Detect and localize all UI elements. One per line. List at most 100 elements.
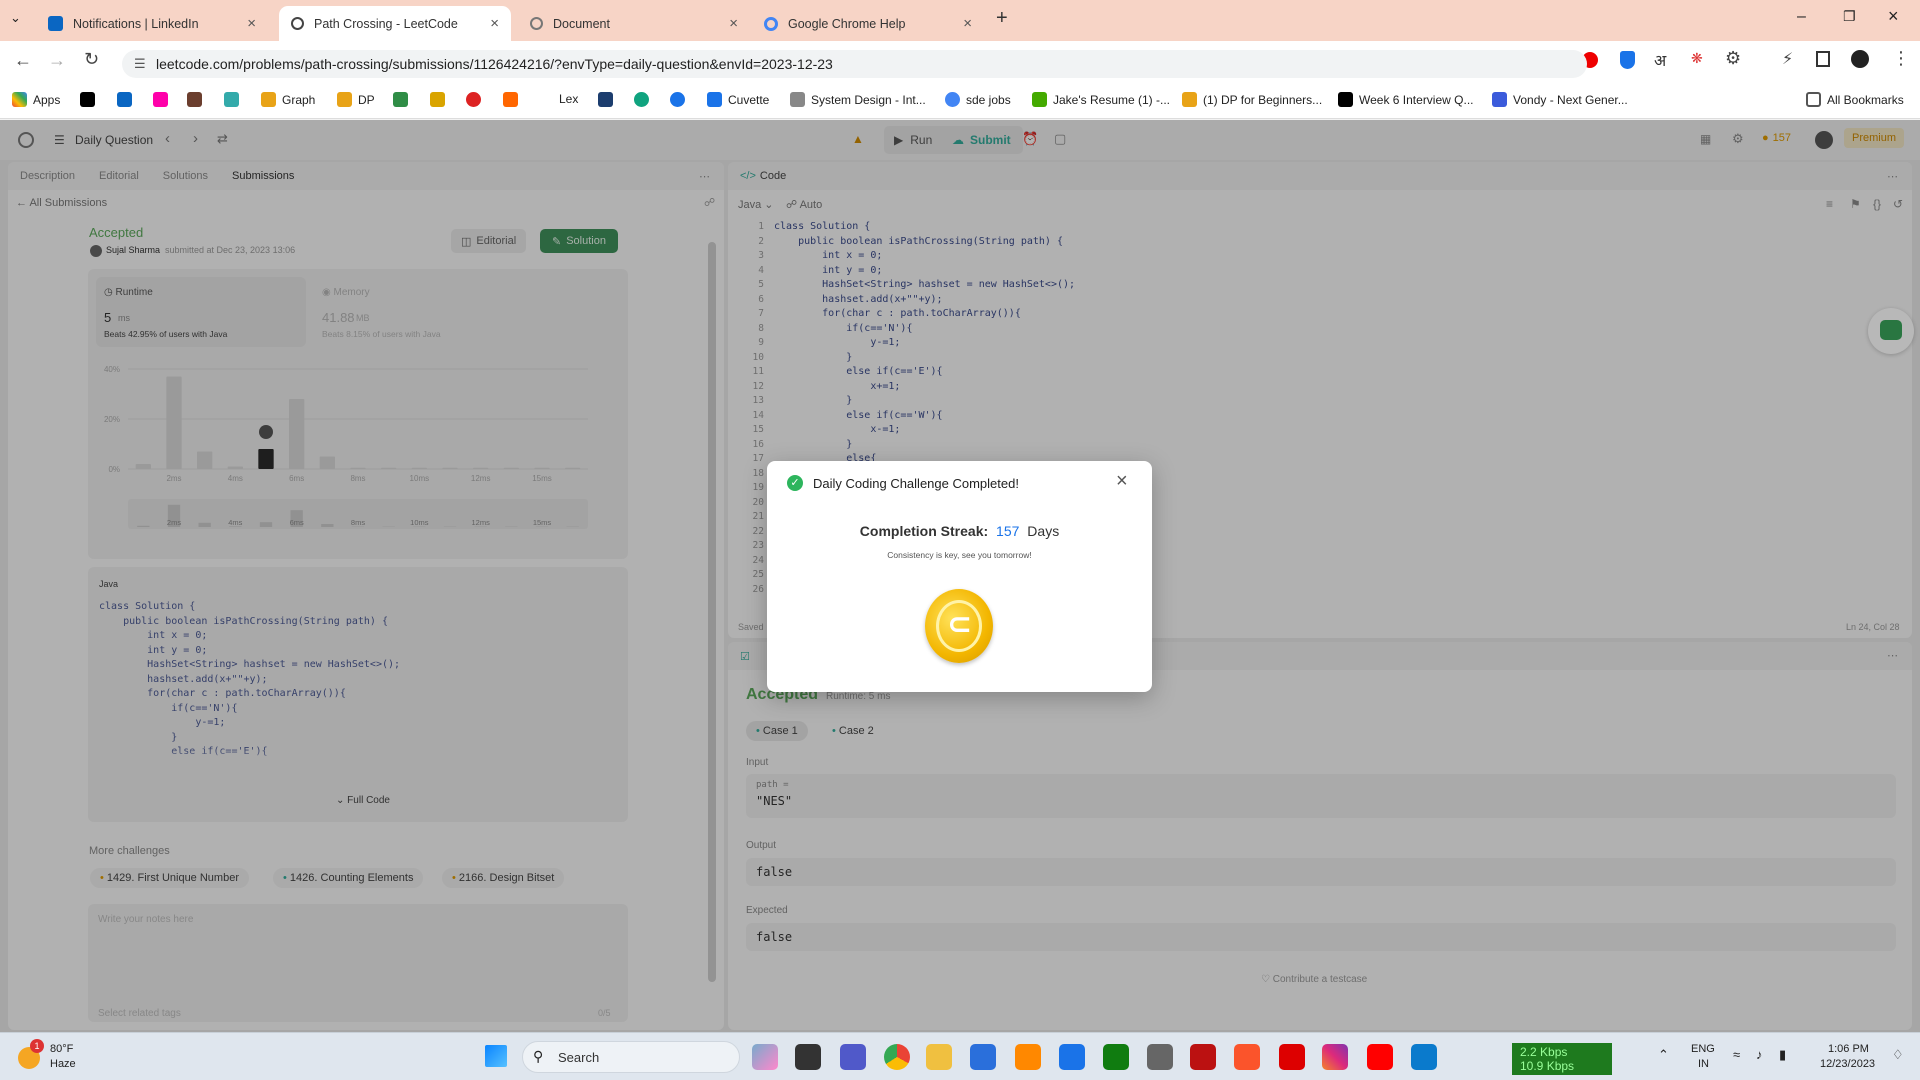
wifi-icon[interactable]: ≈ <box>1733 1047 1740 1062</box>
minimize-icon[interactable]: – <box>1797 8 1806 26</box>
vscode-icon[interactable] <box>1411 1044 1437 1070</box>
site-info-icon[interactable]: ☰ <box>134 56 146 72</box>
acrobat-icon[interactable] <box>1279 1044 1305 1070</box>
bookmark-label: DP <box>358 92 375 107</box>
close-window-icon[interactable]: × <box>1888 6 1899 27</box>
address-bar[interactable]: ☰ leetcode.com/problems/path-crossing/su… <box>122 50 1587 78</box>
bookmark-openai[interactable] <box>634 92 655 107</box>
leetcode-logo-icon: ⊂ <box>947 608 973 641</box>
bookmark-linkedin[interactable] <box>117 92 138 107</box>
browser-tab-strip: ⌄ Notifications | LinkedIn × Path Crossi… <box>0 0 1920 41</box>
xbox-icon[interactable] <box>1103 1044 1129 1070</box>
extension-icon[interactable]: ❋ <box>1691 50 1703 67</box>
bookmark-week6[interactable]: Week 6 Interview Q... <box>1338 92 1474 107</box>
restore-icon[interactable]: ❐ <box>1843 8 1856 25</box>
hindi-extension-icon[interactable]: अ <box>1654 49 1666 71</box>
bookmark-dp[interactable]: DP <box>337 92 375 107</box>
notification-badge: 1 <box>30 1039 44 1053</box>
mail-icon[interactable] <box>1059 1044 1085 1070</box>
instagram-icon[interactable] <box>1322 1044 1348 1070</box>
streak-line: Completion Streak: 157 Days <box>767 523 1152 539</box>
linkedin-icon <box>117 92 132 107</box>
windows-start-icon[interactable] <box>485 1045 507 1067</box>
upload-speed: 2.2 Kbps <box>1520 1045 1568 1059</box>
app-icon[interactable] <box>1147 1044 1173 1070</box>
bookmark-cc[interactable] <box>187 92 208 107</box>
bookmark-h[interactable] <box>598 92 619 107</box>
close-icon[interactable]: × <box>247 15 256 32</box>
forward-icon[interactable]: → <box>48 50 66 71</box>
bookmark-misc[interactable] <box>430 92 451 107</box>
bookmark-chart[interactable] <box>224 92 245 107</box>
bookmark-gfg[interactable] <box>393 92 414 107</box>
taskbar-search[interactable]: ⚲ Search <box>522 1041 740 1073</box>
all-bookmarks[interactable]: All Bookmarks <box>1806 92 1904 107</box>
store-icon[interactable] <box>970 1044 996 1070</box>
bookmark-cuvette[interactable]: Cuvette <box>707 92 769 107</box>
chart-icon <box>224 92 239 107</box>
input-language[interactable]: ENG <box>1691 1043 1715 1055</box>
bookmark-sde-jobs[interactable]: sde jobs <box>945 92 1011 107</box>
bookmark-vondy[interactable]: Vondy - Next Gener... <box>1492 92 1628 107</box>
bookmark-leetcode[interactable] <box>153 92 174 107</box>
windows-taskbar: 1 80°F Haze ⚲ Search 2.2 Kbps 10.9 Kbps … <box>0 1032 1920 1080</box>
leetcode-icon <box>291 17 304 30</box>
bookmark-tuf[interactable] <box>466 92 487 107</box>
bookmark-graph[interactable]: Graph <box>261 92 315 107</box>
close-icon[interactable]: × <box>490 15 499 32</box>
reload-icon[interactable]: ↻ <box>84 49 99 70</box>
close-icon[interactable]: × <box>1116 470 1128 493</box>
tab-document[interactable]: Document × <box>518 6 750 41</box>
bookmark-label: Apps <box>33 92 61 107</box>
side-panel-icon[interactable] <box>1816 51 1830 67</box>
clock-time[interactable]: 1:06 PM <box>1828 1043 1869 1055</box>
bookmarks-bar: Apps Graph DP Lex Cuvette System Design … <box>0 83 1920 119</box>
menu-kebab-icon[interactable]: ⋮ <box>1892 48 1910 69</box>
bookmark-system-design[interactable]: System Design - Int... <box>790 92 926 107</box>
bookmark-dp-beginners[interactable]: (1) DP for Beginners... <box>1182 92 1322 107</box>
profile-avatar[interactable] <box>1851 50 1869 68</box>
vlc-icon[interactable] <box>1015 1044 1041 1070</box>
linkedin-icon <box>48 16 63 31</box>
game-icon[interactable] <box>1190 1044 1216 1070</box>
chart-icon <box>790 92 805 107</box>
bookmark-lex[interactable]: Lex <box>559 92 578 106</box>
folder-icon <box>1806 92 1821 107</box>
bookmark-x[interactable] <box>80 92 101 107</box>
battery-icon[interactable]: ▮ <box>1779 1047 1786 1063</box>
bell-icon[interactable]: ♢ <box>1892 1047 1904 1063</box>
copilot-icon[interactable] <box>752 1044 778 1070</box>
network-speed-meter[interactable]: 2.2 Kbps 10.9 Kbps <box>1512 1043 1612 1075</box>
bookmark-apps[interactable]: Apps <box>12 92 60 107</box>
tab-chrome-help[interactable]: Google Chrome Help × <box>752 6 984 41</box>
bookmark-icon <box>430 92 445 107</box>
puzzle-icon[interactable]: ⚙ <box>1725 48 1741 69</box>
chrome-icon[interactable] <box>884 1044 910 1070</box>
close-icon[interactable]: × <box>729 15 738 32</box>
tab-search-icon[interactable]: ⌄ <box>10 10 21 26</box>
new-tab-icon[interactable]: + <box>996 7 1008 30</box>
tab-linkedin[interactable]: Notifications | LinkedIn × <box>36 6 268 41</box>
streak-value: 157 <box>996 523 1020 539</box>
shield-extension-icon[interactable] <box>1620 51 1635 69</box>
youtube-icon[interactable] <box>1367 1044 1393 1070</box>
teams-icon[interactable] <box>840 1044 866 1070</box>
bookmark-label: System Design - Int... <box>811 92 926 107</box>
back-icon[interactable]: ← <box>14 50 32 71</box>
search-label: Search <box>558 1050 600 1065</box>
task-view-icon[interactable] <box>795 1044 821 1070</box>
weather-condition: Haze <box>50 1058 76 1070</box>
bookmark-resume[interactable]: Jake's Resume (1) -... <box>1032 92 1170 107</box>
bookmark-cc2[interactable] <box>503 92 524 107</box>
bookmark-label: Week 6 Interview Q... <box>1359 92 1474 107</box>
bookmark-label: Graph <box>282 92 316 107</box>
tab-leetcode[interactable]: Path Crossing - LeetCode × <box>279 6 511 41</box>
openai-icon <box>634 92 649 107</box>
file-explorer-icon[interactable] <box>926 1044 952 1070</box>
brave-icon[interactable] <box>1234 1044 1260 1070</box>
chevron-up-icon[interactable]: ⌃ <box>1658 1047 1669 1063</box>
close-icon[interactable]: × <box>963 15 972 32</box>
performance-icon[interactable]: ⚡ <box>1782 49 1793 69</box>
bookmark-c[interactable] <box>670 92 691 107</box>
volume-icon[interactable]: ♪ <box>1756 1047 1763 1062</box>
